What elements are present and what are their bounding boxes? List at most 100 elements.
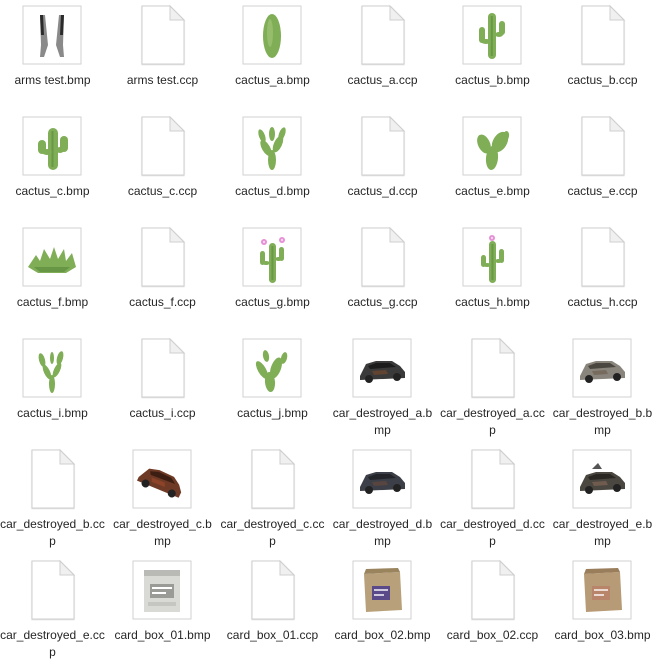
file-item[interactable]: car_destroyed_a.ccp [440, 333, 550, 443]
file-name-label: card_box_03.bmp [554, 628, 651, 642]
blank-document-icon [131, 115, 193, 177]
file-item[interactable]: card_box_02.bmp [330, 555, 440, 665]
file-item[interactable]: car_destroyed_b.bmp [550, 333, 660, 443]
blank-document-icon [571, 226, 633, 288]
cactus-e-thumbnail [461, 115, 523, 177]
file-item[interactable]: car_destroyed_a.bmp [330, 333, 440, 443]
blank-document-icon [21, 448, 83, 510]
blank-document-icon [461, 448, 523, 510]
file-name-label: cactus_i.ccp [129, 406, 196, 420]
file-name-label: car_destroyed_a.ccp [440, 406, 545, 437]
file-item[interactable]: cactus_h.bmp [440, 222, 550, 332]
blank-document-icon [571, 115, 633, 177]
file-item[interactable]: card_box_01.ccp [220, 555, 330, 665]
file-name-label: car_destroyed_d.bmp [332, 517, 433, 548]
file-item[interactable]: cactus_b.bmp [440, 0, 550, 110]
file-name-label: card_box_01.ccp [226, 628, 319, 642]
cactus-f-thumbnail [21, 226, 83, 288]
blank-document-icon [351, 226, 413, 288]
file-name-label: cactus_b.ccp [567, 73, 638, 87]
file-item[interactable]: car_destroyed_d.bmp [330, 444, 440, 554]
file-item[interactable]: cactus_g.ccp [330, 222, 440, 332]
blank-document-icon [131, 226, 193, 288]
cactus-a-thumbnail [241, 4, 303, 66]
file-item[interactable]: car_destroyed_b.ccp [0, 444, 110, 554]
file-name-label: card_box_02.bmp [334, 628, 431, 642]
file-item[interactable]: cactus_e.bmp [440, 111, 550, 221]
file-item[interactable]: card_box_03.bmp [550, 555, 660, 665]
file-name-label: cactus_e.bmp [455, 184, 530, 198]
file-name-label: cactus_a.bmp [235, 73, 310, 87]
file-name-label: cactus_e.ccp [567, 184, 638, 198]
car-a-thumbnail [351, 337, 413, 399]
blank-document-icon [131, 337, 193, 399]
cactus-i-thumbnail [21, 337, 83, 399]
file-name-label: cactus_g.ccp [347, 295, 418, 309]
cactus-c-thumbnail [21, 115, 83, 177]
blank-document-icon [461, 559, 523, 621]
file-item[interactable]: car_destroyed_c.ccp [220, 444, 330, 554]
file-name-label: card_box_01.bmp [114, 628, 211, 642]
blank-document-icon [351, 4, 413, 66]
arms-thumbnail [21, 4, 83, 66]
file-item[interactable]: cactus_f.bmp [0, 222, 110, 332]
file-name-label: car_destroyed_b.ccp [0, 517, 105, 548]
file-item[interactable]: cactus_a.bmp [220, 0, 330, 110]
file-item[interactable]: cactus_h.ccp [550, 222, 660, 332]
blank-document-icon [461, 337, 523, 399]
blank-document-icon [351, 115, 413, 177]
file-item[interactable]: cactus_i.bmp [0, 333, 110, 443]
file-name-label: car_destroyed_e.bmp [552, 517, 653, 548]
file-item[interactable]: cactus_j.bmp [220, 333, 330, 443]
file-item[interactable]: arms test.bmp [0, 0, 110, 110]
cactus-b-thumbnail [461, 4, 523, 66]
file-name-label: arms test.ccp [126, 73, 199, 87]
car-c-thumbnail [131, 448, 193, 510]
file-name-label: car_destroyed_e.ccp [0, 628, 105, 659]
file-name-label: cactus_g.bmp [235, 295, 310, 309]
box-01-thumbnail [131, 559, 193, 621]
blank-document-icon [241, 559, 303, 621]
blank-document-icon [571, 4, 633, 66]
file-item[interactable]: cactus_c.ccp [110, 111, 220, 221]
file-item[interactable]: cactus_b.ccp [550, 0, 660, 110]
file-item[interactable]: car_destroyed_e.bmp [550, 444, 660, 554]
file-item[interactable]: cactus_e.ccp [550, 111, 660, 221]
file-item[interactable]: cactus_d.ccp [330, 111, 440, 221]
cactus-h-thumbnail [461, 226, 523, 288]
file-item[interactable]: card_box_01.bmp [110, 555, 220, 665]
file-name-label: cactus_j.bmp [237, 406, 308, 420]
file-name-label: car_destroyed_c.ccp [220, 517, 325, 548]
file-name-label: cactus_i.bmp [17, 406, 88, 420]
blank-document-icon [21, 559, 83, 621]
file-item[interactable]: cactus_c.bmp [0, 111, 110, 221]
file-item[interactable]: car_destroyed_d.ccp [440, 444, 550, 554]
file-item[interactable]: cactus_i.ccp [110, 333, 220, 443]
file-name-label: car_destroyed_a.bmp [332, 406, 433, 437]
file-item[interactable]: cactus_a.ccp [330, 0, 440, 110]
file-name-label: cactus_c.bmp [15, 184, 90, 198]
blank-document-icon [131, 4, 193, 66]
file-name-label: cactus_b.bmp [455, 73, 530, 87]
cactus-d-thumbnail [241, 115, 303, 177]
file-name-label: arms test.bmp [14, 73, 91, 87]
file-item[interactable]: cactus_g.bmp [220, 222, 330, 332]
file-name-label: car_destroyed_b.bmp [552, 406, 653, 437]
file-name-label: cactus_d.bmp [235, 184, 310, 198]
file-name-label: cactus_c.ccp [127, 184, 198, 198]
file-name-label: cactus_f.bmp [16, 295, 89, 309]
cactus-g-thumbnail [241, 226, 303, 288]
file-item[interactable]: car_destroyed_c.bmp [110, 444, 220, 554]
box-03-thumbnail [571, 559, 633, 621]
file-item[interactable]: cactus_f.ccp [110, 222, 220, 332]
box-02-thumbnail [351, 559, 413, 621]
file-name-label: cactus_a.ccp [347, 73, 418, 87]
file-item[interactable]: cactus_d.bmp [220, 111, 330, 221]
file-icon-grid: arms test.bmp arms test.ccp cactus_a.bmp ca… [0, 0, 670, 668]
file-item[interactable]: car_destroyed_e.ccp [0, 555, 110, 665]
file-item[interactable]: card_box_02.ccp [440, 555, 550, 665]
file-name-label: car_destroyed_c.bmp [113, 517, 212, 548]
file-name-label: card_box_02.ccp [446, 628, 539, 642]
file-name-label: cactus_d.ccp [347, 184, 418, 198]
file-item[interactable]: arms test.ccp [110, 0, 220, 110]
